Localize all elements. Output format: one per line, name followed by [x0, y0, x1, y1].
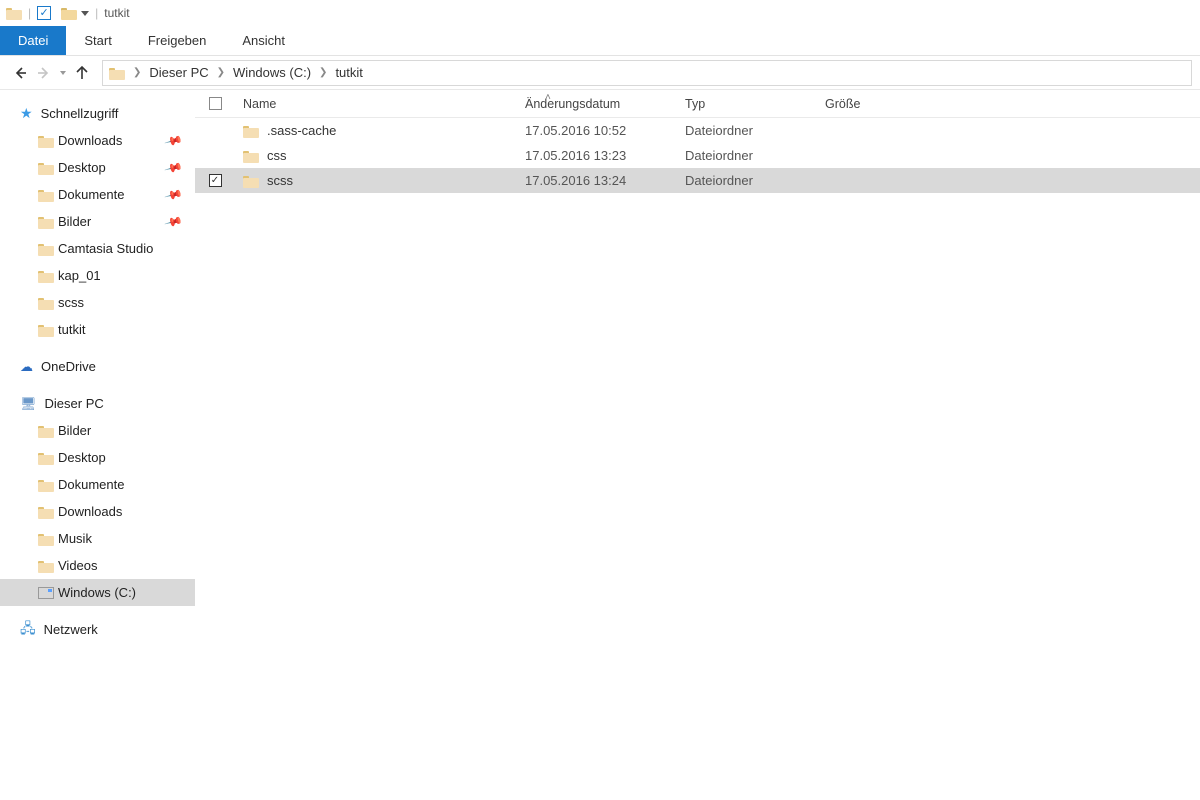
sidebar-item-downloads[interactable]: Downloads📌 [0, 127, 195, 154]
folder-icon [38, 134, 54, 148]
qat-properties-icon[interactable]: ✓ [37, 6, 51, 20]
sidebar-item-desktop[interactable]: Desktop📌 [0, 154, 195, 181]
nav-tree: ★ Schnellzugriff Downloads📌 Desktop📌 Dok… [0, 90, 195, 800]
sidebar-pc-pictures[interactable]: Bilder [0, 417, 195, 444]
tab-start[interactable]: Start [66, 26, 129, 55]
cloud-icon: ☁ [20, 359, 33, 375]
star-icon: ★ [20, 105, 33, 122]
folder-icon [38, 478, 54, 492]
ribbon: Datei Start Freigeben Ansicht [0, 26, 1200, 56]
sidebar-pc-music[interactable]: Musik [0, 525, 195, 552]
tab-file[interactable]: Datei [0, 26, 66, 55]
sidebar-onedrive[interactable]: ☁ OneDrive [0, 353, 195, 380]
window-title: tutkit [104, 6, 129, 20]
sidebar-pc-documents[interactable]: Dokumente [0, 471, 195, 498]
nav-forward-button[interactable] [32, 61, 56, 85]
sort-indicator-icon: ˄ [545, 92, 551, 103]
folder-icon [243, 174, 259, 188]
title-bar: | ✓ | tutkit [0, 0, 1200, 26]
sidebar-quickaccess[interactable]: ★ Schnellzugriff [0, 100, 195, 127]
sidebar-thispc[interactable]: 🖥 Dieser PC [0, 390, 195, 417]
sidebar-network[interactable]: 🖧 Netzwerk [0, 616, 195, 643]
table-row[interactable]: ✓ scss 17.05.2016 13:24 Dateiordner [195, 168, 1200, 193]
folder-icon [38, 188, 54, 202]
folder-icon [38, 215, 54, 229]
folder-icon [243, 124, 259, 138]
pc-icon: 🖥 [20, 396, 37, 412]
body: ★ Schnellzugriff Downloads📌 Desktop📌 Dok… [0, 90, 1200, 800]
table-row[interactable]: .sass-cache 17.05.2016 10:52 Dateiordner [195, 118, 1200, 143]
folder-icon [38, 505, 54, 519]
folder-icon [38, 296, 54, 310]
table-row[interactable]: css 17.05.2016 13:23 Dateiordner [195, 143, 1200, 168]
address-bar[interactable]: ❯ Dieser PC ❯ Windows (C:) ❯ tutkit [102, 60, 1192, 86]
chevron-right-icon: ❯ [217, 67, 225, 78]
sidebar-item-scss[interactable]: scss [0, 289, 195, 316]
pin-icon: 📌 [164, 131, 184, 151]
pin-icon: 📌 [164, 158, 184, 178]
folder-icon [38, 559, 54, 573]
crumb-drive[interactable]: Windows (C:) [233, 65, 311, 80]
tab-view[interactable]: Ansicht [224, 26, 303, 55]
folder-icon [38, 269, 54, 283]
nav-row: ❯ Dieser PC ❯ Windows (C:) ❯ tutkit [0, 56, 1200, 90]
explorer-window: | ✓ | tutkit Datei Start Freigeben Ansic… [0, 0, 1200, 800]
sidebar-item-tutkit[interactable]: tutkit [0, 316, 195, 343]
folder-icon [38, 161, 54, 175]
select-all-checkbox[interactable] [209, 97, 222, 110]
pin-icon: 📌 [164, 185, 184, 205]
address-folder-icon [109, 66, 125, 80]
row-checkbox[interactable]: ✓ [209, 174, 222, 187]
column-size[interactable]: Größe [825, 97, 945, 111]
file-list: Name ˄ Änderungsdatum Typ Größe .sass-ca… [195, 90, 1200, 800]
sidebar-pc-desktop[interactable]: Desktop [0, 444, 195, 471]
tab-share[interactable]: Freigeben [130, 26, 225, 55]
sidebar-item-kap01[interactable]: kap_01 [0, 262, 195, 289]
folder-icon [38, 532, 54, 546]
nav-up-button[interactable] [70, 61, 94, 85]
folder-icon [243, 149, 259, 163]
folder-icon [38, 424, 54, 438]
column-name[interactable]: Name [235, 97, 525, 111]
column-headers: Name ˄ Änderungsdatum Typ Größe [195, 90, 1200, 118]
chevron-right-icon: ❯ [133, 67, 141, 78]
crumb-folder[interactable]: tutkit [335, 65, 362, 80]
nav-history-icon[interactable] [60, 71, 66, 75]
sidebar-item-camtasia[interactable]: Camtasia Studio [0, 235, 195, 262]
crumb-pc[interactable]: Dieser PC [149, 65, 208, 80]
sidebar-item-documents[interactable]: Dokumente📌 [0, 181, 195, 208]
folder-icon [38, 451, 54, 465]
sidebar-pc-videos[interactable]: Videos [0, 552, 195, 579]
drive-icon [38, 587, 54, 599]
app-icon [6, 6, 22, 20]
network-icon: 🖧 [20, 618, 36, 642]
folder-icon [38, 323, 54, 337]
folder-icon [38, 242, 54, 256]
chevron-right-icon: ❯ [319, 67, 327, 78]
sidebar-pc-drive-c[interactable]: Windows (C:) [0, 579, 195, 606]
pin-icon: 📌 [164, 212, 184, 232]
qat-newfolder-icon[interactable] [61, 6, 77, 20]
nav-back-button[interactable] [8, 61, 32, 85]
column-type[interactable]: Typ [685, 97, 825, 111]
qat-more-icon[interactable] [81, 11, 89, 16]
sidebar-item-pictures[interactable]: Bilder📌 [0, 208, 195, 235]
sidebar-pc-downloads[interactable]: Downloads [0, 498, 195, 525]
